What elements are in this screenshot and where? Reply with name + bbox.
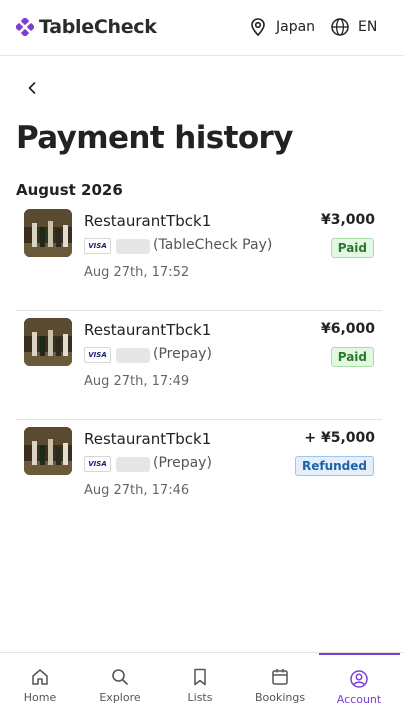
calendar-icon: [272, 669, 288, 685]
search-icon: [112, 669, 128, 685]
payment-time: Aug 27th, 17:49: [84, 374, 190, 389]
payment-method: (TableCheck Pay): [153, 237, 273, 253]
nav-lists[interactable]: Lists: [160, 653, 240, 719]
restaurant-thumbnail: [24, 318, 72, 366]
visa-card-icon: VISA: [84, 347, 111, 363]
payment-amount: ¥3,000: [320, 212, 375, 228]
bottom-nav: Home Explore Lists Bookings Account: [0, 652, 404, 719]
payment-time: Aug 27th, 17:46: [84, 483, 190, 498]
payment-amount: + ¥5,000: [304, 430, 375, 446]
nav-explore[interactable]: Explore: [80, 653, 160, 719]
nav-bookings[interactable]: Bookings: [240, 653, 320, 719]
chevron-left-icon: [28, 82, 36, 94]
page-title: Payment history: [16, 120, 293, 156]
nav-label: Explore: [99, 691, 141, 704]
nav-label: Home: [23, 691, 57, 704]
restaurant-name: RestaurantTbck1: [84, 430, 212, 448]
masked-card-number: [116, 239, 150, 254]
app-header: TableCheck Japan EN: [0, 0, 404, 56]
logo-text: TableCheck: [39, 16, 157, 38]
payment-row[interactable]: RestaurantTbck1 VISA (Prepay) Aug 27th, …: [16, 420, 382, 529]
restaurant-thumbnail: [24, 209, 72, 257]
nav-label: Account: [336, 693, 382, 706]
globe-icon: [331, 18, 349, 36]
tablecheck-logo[interactable]: TableCheck: [16, 16, 157, 38]
status-badge: Paid: [330, 238, 374, 258]
home-icon: [32, 669, 48, 685]
nav-account[interactable]: Account: [319, 653, 400, 719]
month-heading: August 2026: [16, 181, 123, 199]
visa-card-icon: VISA: [84, 238, 111, 254]
language-selector[interactable]: EN: [330, 17, 377, 37]
nav-label: Lists: [187, 691, 213, 704]
payment-row[interactable]: RestaurantTbck1 VISA (TableCheck Pay) Au…: [16, 202, 382, 311]
payment-amount: ¥6,000: [320, 321, 375, 337]
payment-time: Aug 27th, 17:52: [84, 265, 190, 280]
nav-home[interactable]: Home: [0, 653, 80, 719]
back-button[interactable]: [22, 78, 42, 98]
status-badge: Paid: [330, 347, 374, 367]
nav-label: Bookings: [254, 691, 306, 704]
location-pin-icon: [251, 18, 265, 37]
restaurant-name: RestaurantTbck1: [84, 212, 212, 230]
restaurant-name: RestaurantTbck1: [84, 321, 212, 339]
payment-method: (Prepay): [153, 455, 212, 471]
status-badge: Refunded: [294, 456, 374, 476]
language-label: EN: [358, 19, 378, 35]
logo-icon: [16, 18, 34, 36]
masked-card-number: [116, 348, 150, 363]
restaurant-thumbnail: [24, 427, 72, 475]
masked-card-number: [116, 457, 150, 472]
visa-card-icon: VISA: [84, 456, 111, 472]
location-selector[interactable]: Japan: [248, 17, 315, 37]
account-icon: [350, 670, 368, 688]
payment-row[interactable]: RestaurantTbck1 VISA (Prepay) Aug 27th, …: [16, 311, 382, 420]
location-label: Japan: [276, 19, 316, 35]
payment-method: (Prepay): [153, 346, 212, 362]
bookmark-icon: [194, 668, 206, 686]
